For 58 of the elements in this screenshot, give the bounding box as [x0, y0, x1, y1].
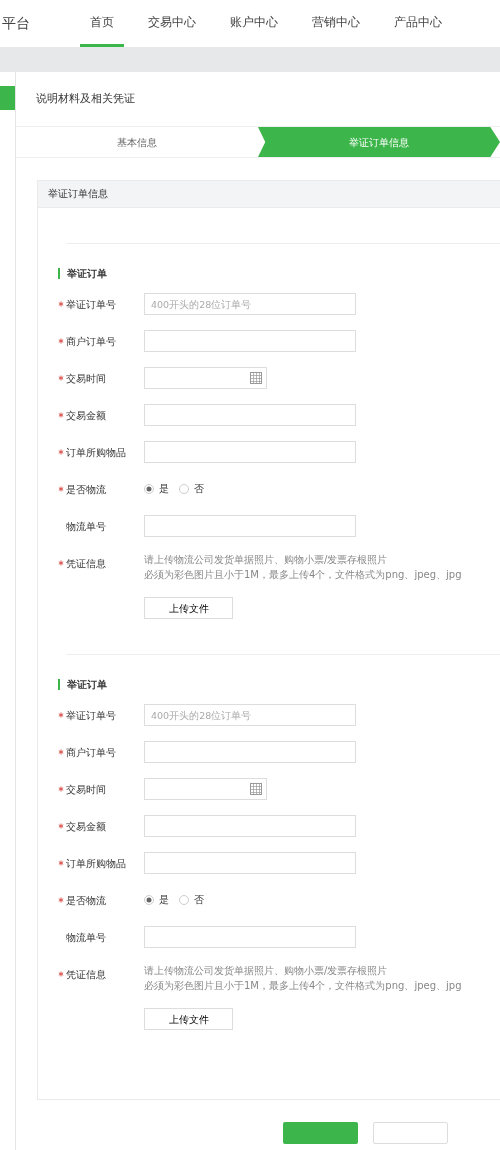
radio-button[interactable] [144, 895, 154, 905]
brand-text: 平台 [1, 14, 31, 33]
upload-button[interactable]: 上传文件 [144, 1008, 233, 1030]
field-label: 举证订单号 [66, 297, 116, 312]
hint-text: 必须为彩色图片且小于1M，最多上传4个，文件格式为png、jpeg、jpg [144, 979, 462, 993]
radio-button[interactable] [179, 484, 189, 494]
input-field[interactable] [144, 441, 356, 463]
input-field[interactable] [144, 515, 356, 537]
radio-label: 否 [194, 892, 204, 907]
hint-text: 请上传物流公司发货单据照片、购物小票/发票存根照片 [144, 964, 389, 978]
radio-label: 是 [159, 892, 169, 907]
field-label: 是否物流 [66, 893, 106, 908]
hint-text: 请上传物流公司发货单据照片、购物小票/发票存根照片 [144, 553, 389, 567]
section-title: 举证订单 [58, 679, 500, 690]
field-label: 物流单号 [66, 519, 106, 534]
panel-header: 举证订单信息 [38, 181, 500, 208]
page-title: 说明材料及相关凭证 [35, 91, 136, 107]
section-title: 举证订单 [58, 268, 500, 279]
field-label: 交易金额 [66, 408, 106, 423]
input-field[interactable] [144, 741, 356, 763]
hint-text: 必须为彩色图片且小于1M，最多上传4个，文件格式为png、jpeg、jpg [144, 568, 462, 582]
calendar-icon [250, 783, 262, 795]
input-field[interactable] [144, 852, 356, 874]
date-field[interactable] [144, 778, 267, 800]
field-label: 凭证信息 [66, 556, 106, 571]
nav-tab[interactable]: 账户中心 [220, 0, 288, 47]
nav-tab[interactable]: 交易中心 [138, 0, 206, 47]
field-label: 物流单号 [66, 930, 106, 945]
field-label: 订单所购物品 [66, 856, 126, 871]
calendar-icon [250, 372, 262, 384]
input-field[interactable]: 400开头的28位订单号 [144, 293, 356, 315]
input-field[interactable] [144, 926, 356, 948]
field-label: 交易时间 [66, 782, 106, 797]
field-label: 举证订单号 [66, 708, 116, 723]
input-field[interactable]: 400开头的28位订单号 [144, 704, 356, 726]
field-label: 交易时间 [66, 371, 106, 386]
radio-button[interactable] [144, 484, 154, 494]
field-label: 商户订单号 [66, 745, 116, 760]
field-label: 交易金额 [66, 819, 106, 834]
input-field[interactable] [144, 815, 356, 837]
nav-tab[interactable]: 产品中心 [384, 0, 452, 47]
upload-button[interactable]: 上传文件 [144, 597, 233, 619]
input-field[interactable] [144, 330, 356, 352]
secondary-button[interactable] [373, 1122, 448, 1144]
nav-tab[interactable]: 营销中心 [302, 0, 370, 47]
step-label: 基本信息 [117, 135, 157, 150]
radio-button[interactable] [179, 895, 189, 905]
field-label: 凭证信息 [66, 967, 106, 982]
field-label: 是否物流 [66, 482, 106, 497]
radio-label: 是 [159, 481, 169, 496]
primary-button[interactable] [283, 1122, 358, 1144]
sidebar-marker [0, 86, 15, 110]
date-field[interactable] [144, 367, 267, 389]
input-field[interactable] [144, 404, 356, 426]
step-label: 举证订单信息 [349, 135, 409, 150]
field-label: 订单所购物品 [66, 445, 126, 460]
radio-label: 否 [194, 481, 204, 496]
field-label: 商户订单号 [66, 334, 116, 349]
